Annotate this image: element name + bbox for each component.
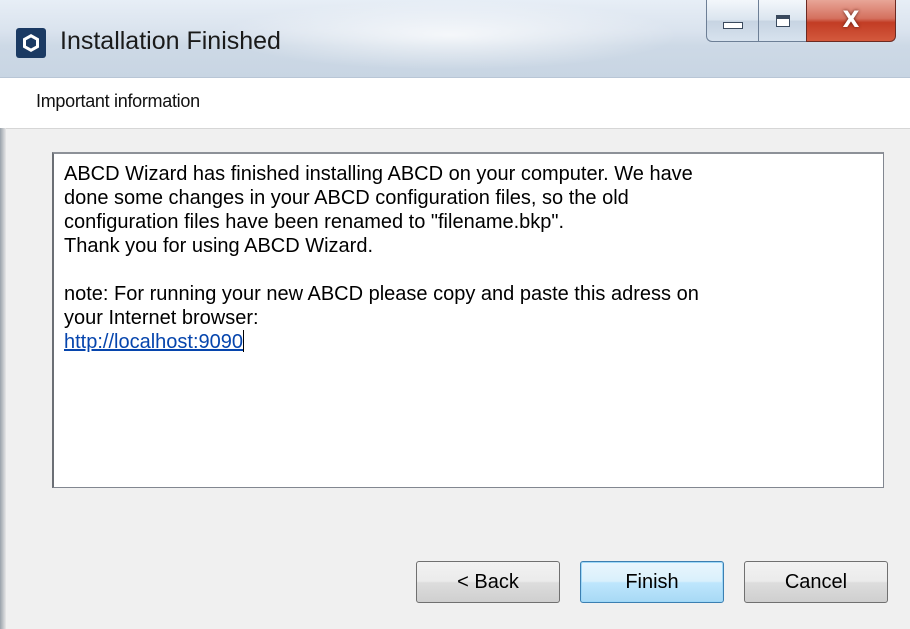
back-button[interactable]: < Back: [416, 561, 560, 603]
maximize-icon: [775, 14, 790, 27]
header-label: Important information: [36, 91, 200, 111]
caption-buttons: X: [706, 0, 896, 42]
window-title: Installation Finished: [60, 27, 281, 55]
info-paragraph-finished: ABCD Wizard has finished installing ABCD…: [64, 163, 693, 257]
close-icon: X: [842, 7, 860, 33]
header-strip: Important information: [0, 78, 910, 129]
info-link-line: http://localhost:9090: [64, 330, 873, 354]
title-bar[interactable]: Installation Finished X: [0, 0, 910, 78]
installer-window: Installation Finished X Important inform…: [0, 0, 910, 629]
finish-button[interactable]: Finish: [580, 561, 724, 603]
app-hexagon-icon: [16, 28, 46, 58]
text-caret: [243, 330, 245, 352]
close-button[interactable]: X: [806, 0, 896, 42]
localhost-link[interactable]: http://localhost:9090: [64, 331, 243, 353]
window-left-edge: [0, 128, 6, 629]
cancel-button[interactable]: Cancel: [744, 561, 888, 603]
minimize-icon: [722, 22, 743, 29]
info-text-box[interactable]: ABCD Wizard has finished installing ABCD…: [52, 152, 884, 488]
minimize-button[interactable]: [706, 0, 758, 42]
info-paragraph-note: note: For running your new ABCD please c…: [64, 283, 699, 329]
maximize-button[interactable]: [758, 0, 806, 42]
